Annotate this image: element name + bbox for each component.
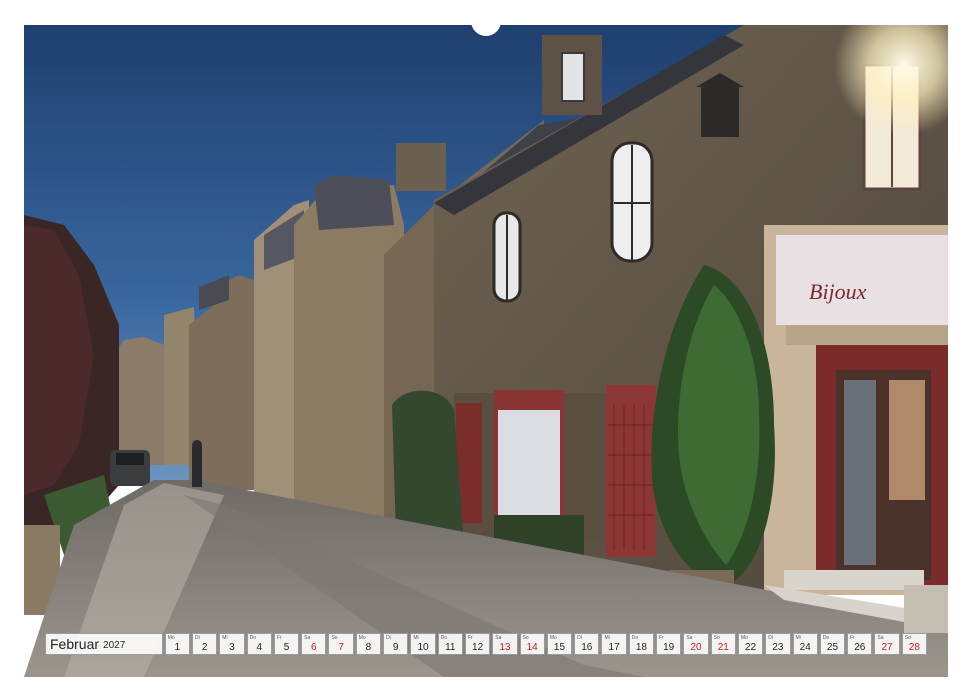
day-number: 14 xyxy=(526,642,538,653)
day-cell: So 7 xyxy=(328,633,354,655)
day-cell: Sa 6 xyxy=(301,633,327,655)
weekday-label: Sa xyxy=(686,635,693,641)
weekday-label: Sa xyxy=(877,635,884,641)
day-cell: Sa 13 xyxy=(492,633,518,655)
weekday-label: Mi xyxy=(795,635,801,641)
day-cell: Do 25 xyxy=(819,633,846,655)
weekday-label: Di xyxy=(386,635,391,641)
weekday-label: So xyxy=(713,635,720,641)
weekday-label: Fr xyxy=(467,635,473,641)
weekday-label: So xyxy=(331,635,338,641)
day-cell: Mi 17 xyxy=(601,633,627,655)
day-cell: Mo 22 xyxy=(737,633,764,655)
day-cell: Mo 15 xyxy=(546,633,573,655)
calendar-page: Bijoux Februar 2027 Mo 1 Di 2 Mi 3 Do 4 … xyxy=(0,0,971,700)
day-cell: So 14 xyxy=(519,633,545,655)
day-cell: Fr 19 xyxy=(656,633,682,655)
day-cell: Di 9 xyxy=(383,633,409,655)
day-number: 8 xyxy=(365,642,372,653)
street-photo: Bijoux xyxy=(24,25,948,677)
day-number: 1 xyxy=(174,642,181,653)
day-cell: So 21 xyxy=(710,633,736,655)
day-number: 21 xyxy=(717,642,729,653)
day-number: 18 xyxy=(635,642,647,653)
day-number: 23 xyxy=(772,642,784,653)
weekday-label: Do xyxy=(631,635,639,641)
day-number: 28 xyxy=(908,642,920,653)
day-number: 2 xyxy=(201,642,208,653)
day-number: 10 xyxy=(417,642,429,653)
weekday-label: Sa xyxy=(304,635,311,641)
day-number: 12 xyxy=(472,642,484,653)
weekday-label: Mi xyxy=(413,635,419,641)
day-number: 4 xyxy=(256,642,262,653)
shop-sign-text: Bijoux xyxy=(809,279,867,304)
day-number: 19 xyxy=(663,642,675,653)
day-cell: Do 18 xyxy=(628,633,655,655)
weekday-label: Di xyxy=(768,635,773,641)
day-cell: Mi 10 xyxy=(410,633,436,655)
weekday-label: Di xyxy=(577,635,582,641)
day-cell: Di 16 xyxy=(574,633,600,655)
day-number: 25 xyxy=(826,642,839,653)
weekday-label: Do xyxy=(440,635,448,641)
weekday-label: Fr xyxy=(276,635,282,641)
day-cell: Fr 5 xyxy=(273,633,300,655)
weekday-label: Di xyxy=(194,635,200,641)
day-cells: Mo 1 Di 2 Mi 3 Do 4 Fr 5 Sa 6 So 7 Mo 8 Di 9 Mi 10 Do 11 Fr 12 S… xyxy=(164,633,927,655)
weekday-label: Mi xyxy=(604,635,610,641)
day-cell: Do 11 xyxy=(437,633,463,655)
weekday-label: Fr xyxy=(659,635,664,641)
day-cell: Di 23 xyxy=(765,633,791,655)
day-cell: Fr 26 xyxy=(847,633,873,655)
weekday-label: Fr xyxy=(850,635,855,641)
weekday-label: Mo xyxy=(167,635,175,641)
day-number: 6 xyxy=(311,642,317,653)
month-name: Februar xyxy=(50,636,100,652)
day-cell: Di 2 xyxy=(191,633,218,655)
day-number: 15 xyxy=(553,642,566,653)
weekday-label: Mi xyxy=(222,635,228,641)
day-cell: Mi 24 xyxy=(792,633,818,655)
day-number: 3 xyxy=(229,642,235,653)
day-number: 24 xyxy=(799,642,811,653)
day-number: 16 xyxy=(581,642,593,653)
day-cell: Do 4 xyxy=(246,633,272,655)
month-year: 2027 xyxy=(103,640,126,651)
day-cell: Mo 1 xyxy=(164,633,190,655)
weekday-label: So xyxy=(904,635,911,641)
weekday-label: Do xyxy=(249,635,256,641)
day-number: 17 xyxy=(608,642,620,653)
weekday-label: So xyxy=(522,635,529,641)
day-number: 9 xyxy=(392,642,399,653)
weekday-label: Sa xyxy=(495,635,502,641)
day-cell: Sa 20 xyxy=(683,633,709,655)
weekday-label: Do xyxy=(822,635,830,641)
weekday-label: Mo xyxy=(358,635,366,641)
day-number: 11 xyxy=(445,642,456,653)
day-cell: Fr 12 xyxy=(464,633,491,655)
day-number: 27 xyxy=(881,642,893,653)
day-number: 22 xyxy=(745,642,757,653)
weekday-label: Mo xyxy=(549,635,557,641)
day-number: 7 xyxy=(338,642,344,653)
day-cell: Sa 27 xyxy=(874,633,900,655)
day-cell: So 28 xyxy=(901,633,927,655)
day-number: 5 xyxy=(283,642,290,653)
calendar-strip: Februar 2027 Mo 1 Di 2 Mi 3 Do 4 Fr 5 Sa 6 So 7 Mo 8 Di 9… xyxy=(45,633,927,655)
day-number: 20 xyxy=(690,642,702,653)
day-number: 13 xyxy=(499,642,511,653)
weekday-label: Mo xyxy=(740,635,748,641)
day-cell: Mi 3 xyxy=(219,633,245,655)
day-cell: Mo 8 xyxy=(355,633,382,655)
day-number: 26 xyxy=(854,642,866,653)
month-label-cell: Februar 2027 xyxy=(45,633,163,655)
